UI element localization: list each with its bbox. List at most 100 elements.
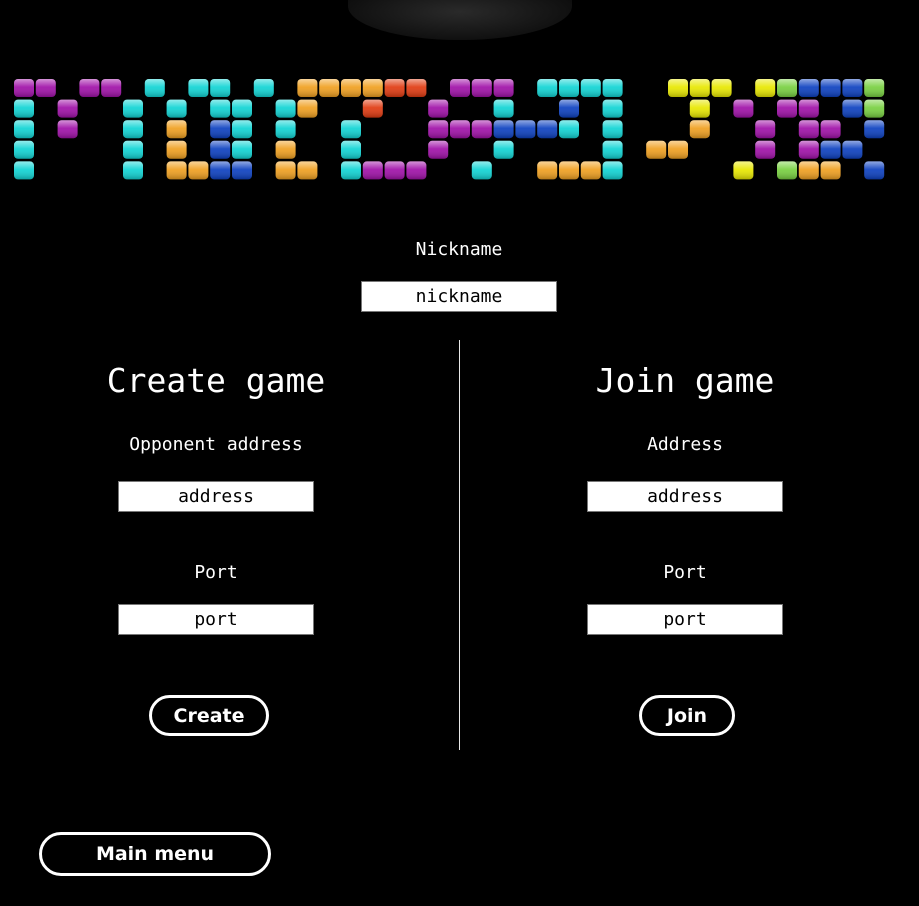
logo-block — [864, 99, 885, 118]
logo-block — [341, 120, 361, 139]
logo-block — [471, 120, 492, 139]
logo-block — [755, 79, 776, 97]
logo-block — [537, 161, 558, 180]
logo-block — [253, 79, 274, 97]
logo-block — [297, 79, 318, 97]
column-divider — [459, 340, 460, 750]
logo-block — [602, 120, 623, 139]
logo-block — [232, 120, 252, 139]
create-port-label: Port — [194, 562, 238, 583]
logo-block — [493, 99, 514, 118]
logo-block — [733, 99, 754, 118]
logo-block — [188, 161, 209, 180]
logo-block — [602, 99, 623, 118]
create-port-input[interactable] — [118, 604, 314, 635]
opponent-address-label: Opponent address — [129, 434, 303, 455]
logo-block — [820, 140, 841, 159]
logo-block — [166, 161, 187, 180]
join-address-label: Address — [647, 434, 723, 455]
create-game-heading: Create game — [106, 361, 326, 400]
logo-block — [384, 79, 405, 97]
logo-block — [689, 120, 710, 139]
logo-block — [166, 99, 187, 118]
logo-block — [232, 161, 252, 180]
logo-block — [210, 140, 231, 159]
logo-block — [450, 120, 470, 139]
logo-block — [406, 79, 427, 97]
logo-block — [777, 79, 797, 97]
main-menu-button[interactable]: Main menu — [39, 832, 271, 876]
logo-block — [493, 79, 514, 97]
logo-block — [166, 120, 187, 139]
join-port-label: Port — [663, 562, 707, 583]
logo-block — [602, 161, 623, 180]
logo-block — [602, 79, 623, 97]
logo-block — [362, 99, 383, 118]
logo-block — [864, 79, 885, 97]
logo-block — [79, 79, 100, 97]
logo-block — [14, 99, 34, 118]
logo-block — [232, 140, 252, 159]
logo-block — [319, 79, 340, 97]
logo-block — [798, 99, 819, 118]
nickname-label: Nickname — [415, 239, 503, 260]
join-address-input[interactable] — [587, 481, 783, 512]
logo-block — [341, 79, 361, 97]
logo-block — [777, 99, 797, 118]
logo-block — [493, 140, 514, 159]
logo-block — [14, 120, 34, 139]
logo-block — [123, 99, 143, 118]
logo-block — [580, 79, 601, 97]
logo-block — [188, 79, 209, 97]
logo-block — [864, 161, 885, 180]
logo-block — [559, 120, 579, 139]
logo-block — [384, 161, 405, 180]
join-game-heading: Join game — [595, 361, 775, 400]
logo-block — [57, 120, 78, 139]
logo-block — [559, 79, 579, 97]
logo-block — [537, 120, 558, 139]
top-glow — [348, 0, 572, 40]
logo-block — [406, 161, 427, 180]
logo-block — [123, 140, 143, 159]
logo-block — [297, 161, 318, 180]
logo-block — [428, 140, 449, 159]
logo-block — [646, 140, 667, 159]
logo-block — [14, 161, 34, 180]
logo-block — [689, 79, 710, 97]
logo-block — [842, 79, 863, 97]
logo-block — [777, 161, 797, 180]
logo-block — [711, 79, 732, 97]
logo-block — [166, 140, 187, 159]
join-port-input[interactable] — [587, 604, 783, 635]
logo-block — [668, 79, 688, 97]
opponent-address-input[interactable] — [118, 481, 314, 512]
logo-block — [798, 161, 819, 180]
logo-block — [668, 140, 688, 159]
multiplayer-logo — [14, 79, 885, 180]
logo-block — [35, 79, 56, 97]
logo-block — [842, 99, 863, 118]
logo-block — [341, 140, 361, 159]
logo-block — [820, 120, 841, 139]
logo-block — [14, 140, 34, 159]
logo-block — [57, 99, 78, 118]
logo-block — [755, 120, 776, 139]
logo-block — [101, 79, 122, 97]
logo-block — [580, 161, 601, 180]
logo-block — [842, 140, 863, 159]
logo-block — [275, 161, 296, 180]
logo-block — [798, 140, 819, 159]
logo-block — [559, 99, 579, 118]
logo-block — [362, 161, 383, 180]
join-button[interactable]: Join — [639, 695, 735, 736]
nickname-input[interactable] — [361, 281, 557, 312]
logo-block — [14, 79, 34, 97]
logo-block — [689, 99, 710, 118]
logo-block — [471, 79, 492, 97]
create-button[interactable]: Create — [149, 695, 269, 736]
logo-block — [362, 79, 383, 97]
logo-block — [275, 99, 296, 118]
logo-block — [450, 79, 470, 97]
logo-block — [123, 120, 143, 139]
